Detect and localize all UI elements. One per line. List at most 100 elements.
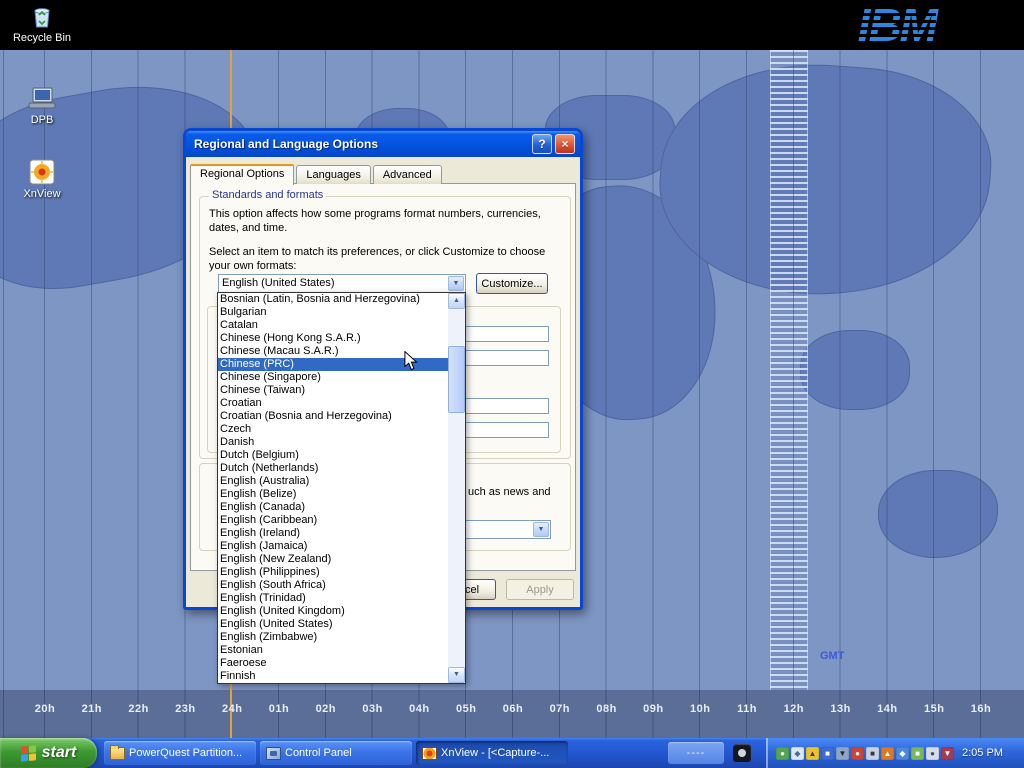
hour-label: 07h xyxy=(550,703,570,715)
windows-logo-icon xyxy=(21,745,36,762)
language-option[interactable]: Croatian (Bosnia and Herzegovina) xyxy=(218,410,448,423)
hour-label: 06h xyxy=(503,703,523,715)
taskbar-button[interactable]: XnView - [<Capture-... xyxy=(416,741,568,765)
tab-advanced[interactable]: Advanced xyxy=(373,165,442,184)
clock[interactable]: 2:05 PM xyxy=(962,747,1003,759)
hour-label: 22h xyxy=(128,703,148,715)
tab-languages[interactable]: Languages xyxy=(296,165,370,184)
hour-label: 13h xyxy=(830,703,850,715)
language-option[interactable]: English (Philippines) xyxy=(218,566,448,579)
tray-icon[interactable]: ▼ xyxy=(836,747,849,760)
language-option[interactable]: English (Canada) xyxy=(218,501,448,514)
standards-description: This option affects how some programs fo… xyxy=(209,207,557,235)
dropdown-scrollbar[interactable]: ▲ ▼ xyxy=(448,293,465,683)
language-option[interactable]: English (Trinidad) xyxy=(218,592,448,605)
language-option[interactable]: Bosnian (Latin, Bosnia and Herzegovina) xyxy=(218,293,448,306)
tab-regional-options[interactable]: Regional Options xyxy=(190,164,294,185)
hour-label: 16h xyxy=(971,703,991,715)
format-combobox-value: English (United States) xyxy=(222,277,335,289)
ibm-logo-stripes xyxy=(858,2,936,48)
language-option[interactable]: Estonian xyxy=(218,644,448,657)
close-button[interactable]: × xyxy=(555,134,575,154)
system-tray: ●◆▲■▼●■▲◆■●▼ 2:05 PM xyxy=(766,738,1024,768)
location-text-fragment: uch as news and xyxy=(468,485,551,499)
taskbar-deskband[interactable]: ---- xyxy=(668,742,724,764)
hour-label: 14h xyxy=(877,703,897,715)
language-option[interactable]: English (South Africa) xyxy=(218,579,448,592)
xnview-icon xyxy=(28,158,56,186)
language-option[interactable]: Chinese (Hong Kong S.A.R.) xyxy=(218,332,448,345)
hour-label: 21h xyxy=(82,703,102,715)
format-combobox[interactable]: English (United States) ▼ xyxy=(218,274,466,293)
tray-icon[interactable]: ● xyxy=(851,747,864,760)
language-option[interactable]: Finnish xyxy=(218,670,448,683)
language-option[interactable]: Chinese (Singapore) xyxy=(218,371,448,384)
taskbar-button[interactable]: Control Panel xyxy=(260,741,412,765)
language-option[interactable]: Faeroese xyxy=(218,657,448,670)
scroll-up-icon[interactable]: ▲ xyxy=(448,293,465,309)
hour-label: 09h xyxy=(643,703,663,715)
icon-label: XnView xyxy=(10,188,74,200)
tray-icon[interactable]: ▲ xyxy=(881,747,894,760)
icon-label: Recycle Bin xyxy=(10,32,74,44)
language-option[interactable]: English (Zimbabwe) xyxy=(218,631,448,644)
taskbar-toolbar-icon[interactable] xyxy=(733,744,751,762)
language-option[interactable]: Danish xyxy=(218,436,448,449)
dialog-title: Regional and Language Options xyxy=(194,137,529,151)
tray-icon[interactable]: ◆ xyxy=(896,747,909,760)
tray-icon[interactable]: ▲ xyxy=(806,747,819,760)
hour-label: 04h xyxy=(409,703,429,715)
hour-label: 01h xyxy=(269,703,289,715)
tray-icon[interactable]: ▼ xyxy=(941,747,954,760)
tray-icons: ●◆▲■▼●■▲◆■●▼ xyxy=(776,747,954,760)
language-option[interactable]: English (United States) xyxy=(218,618,448,631)
desktop-icon-dpb[interactable]: DPB xyxy=(10,86,74,126)
task-label: Control Panel xyxy=(285,747,352,759)
combobox-dropdown-arrow-icon[interactable]: ▼ xyxy=(448,276,464,291)
scroll-down-icon[interactable]: ▼ xyxy=(448,667,465,683)
tray-icon[interactable]: ● xyxy=(926,747,939,760)
hour-label: 10h xyxy=(690,703,710,715)
start-button[interactable]: start xyxy=(0,738,97,768)
language-option[interactable]: English (Caribbean) xyxy=(218,514,448,527)
language-option[interactable]: English (Belize) xyxy=(218,488,448,501)
language-option[interactable]: English (Australia) xyxy=(218,475,448,488)
recycle-bin-icon xyxy=(29,2,55,30)
language-option[interactable]: Croatian xyxy=(218,397,448,410)
desktop: GMT 20h21h22h23h24h01h02h03h04h05h06h07h… xyxy=(0,0,1024,768)
language-option[interactable]: Chinese (Taiwan) xyxy=(218,384,448,397)
language-option[interactable]: English (Ireland) xyxy=(218,527,448,540)
hour-label: 03h xyxy=(362,703,382,715)
hour-label: 05h xyxy=(456,703,476,715)
help-button[interactable]: ? xyxy=(532,134,552,154)
language-dropdown: Bosnian (Latin, Bosnia and Herzegovina)B… xyxy=(217,292,466,684)
tray-icon[interactable]: ● xyxy=(776,747,789,760)
language-option[interactable]: Dutch (Netherlands) xyxy=(218,462,448,475)
tray-icon[interactable]: ■ xyxy=(866,747,879,760)
language-option[interactable]: English (Jamaica) xyxy=(218,540,448,553)
desktop-icon-xnview[interactable]: XnView xyxy=(10,158,74,200)
location-combobox-arrow-icon[interactable]: ▼ xyxy=(533,522,549,537)
taskbar: start PowerQuest Partition... Control Pan… xyxy=(0,738,1024,768)
standards-instruction: Select an item to match its preferences,… xyxy=(209,245,561,273)
tray-icon[interactable]: ◆ xyxy=(791,747,804,760)
apply-button[interactable]: Apply xyxy=(506,579,574,600)
scrollbar-thumb[interactable] xyxy=(448,346,465,413)
hour-label: 20h xyxy=(35,703,55,715)
icon-label: DPB xyxy=(10,114,74,126)
desktop-icon-recycle-bin[interactable]: Recycle Bin xyxy=(10,2,74,44)
customize-button[interactable]: Customize... xyxy=(476,273,548,294)
tray-icon[interactable]: ■ xyxy=(821,747,834,760)
language-option[interactable]: Czech xyxy=(218,423,448,436)
hour-label: 24h xyxy=(222,703,242,715)
tray-icon[interactable]: ■ xyxy=(911,747,924,760)
language-option[interactable]: Bulgarian xyxy=(218,306,448,319)
ibm-logo: IBM xyxy=(858,2,936,48)
language-option[interactable]: English (United Kingdom) xyxy=(218,605,448,618)
hour-label: 23h xyxy=(175,703,195,715)
taskbar-button[interactable]: PowerQuest Partition... xyxy=(104,741,256,765)
language-option[interactable]: Catalan xyxy=(218,319,448,332)
language-option[interactable]: Dutch (Belgium) xyxy=(218,449,448,462)
language-option[interactable]: English (New Zealand) xyxy=(218,553,448,566)
dialog-titlebar[interactable]: Regional and Language Options ? × xyxy=(186,131,580,157)
